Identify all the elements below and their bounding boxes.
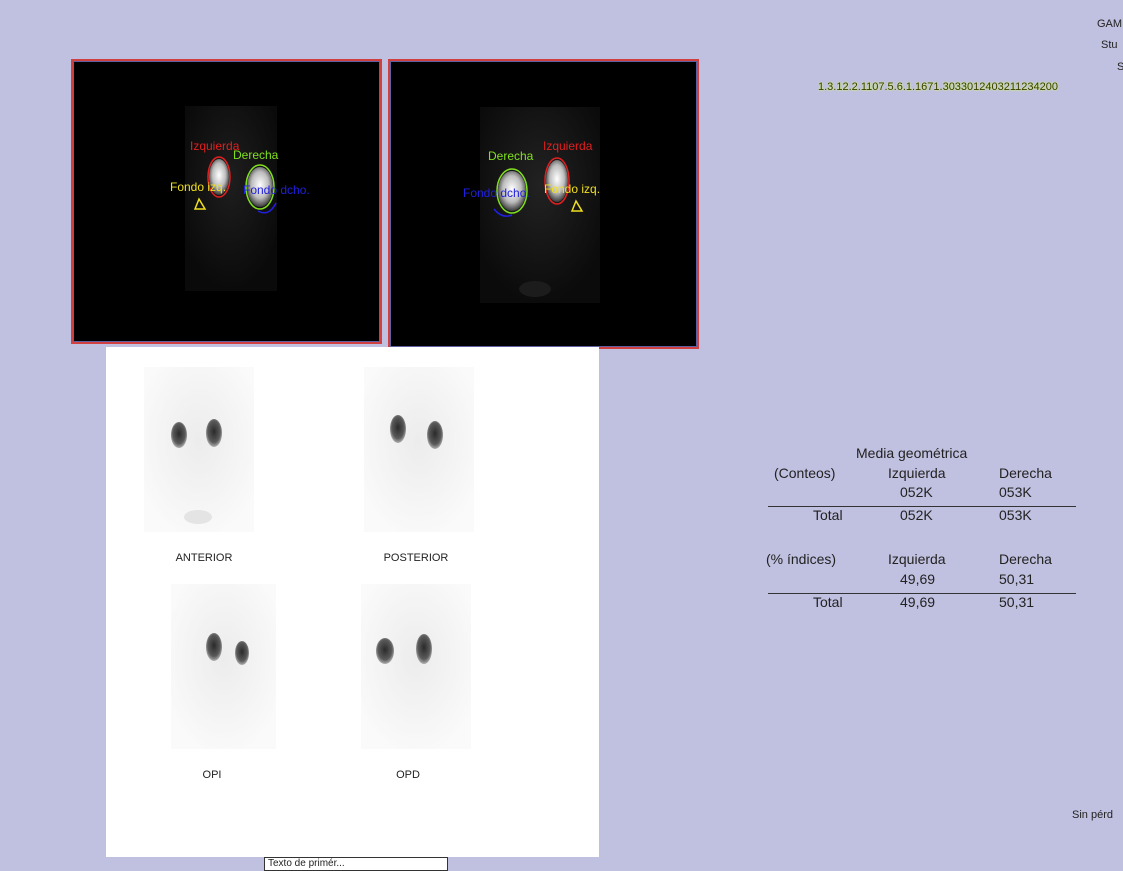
counts-col-right: Derecha bbox=[999, 465, 1052, 481]
scan-panel-posterior[interactable]: Derecha Izquierda Fondo dcho. Fondo izq. bbox=[388, 59, 699, 349]
view-posterior-image bbox=[364, 367, 474, 532]
indices-col-right: Derecha bbox=[999, 551, 1052, 567]
indices-col-left: Izquierda bbox=[888, 551, 946, 567]
counts-total-left: 052K bbox=[900, 507, 933, 523]
posterior-scan-image: Derecha Izquierda Fondo dcho. Fondo izq. bbox=[463, 107, 600, 303]
counts-left-value: 052K bbox=[900, 484, 933, 500]
indices-left-value: 49,69 bbox=[900, 571, 936, 587]
view-label-posterior: POSTERIOR bbox=[383, 552, 449, 564]
status-note: Sin pérd bbox=[1072, 809, 1113, 821]
header-line-2: Stu bbox=[1101, 39, 1118, 51]
view-label-anterior: ANTERIOR bbox=[175, 552, 233, 564]
body-silhouette bbox=[480, 107, 600, 303]
indices-total-label: Total bbox=[813, 594, 843, 610]
roi-label-right: Derecha bbox=[233, 148, 279, 162]
roi-label-bg-right: Fondo dcho. bbox=[243, 183, 310, 197]
counts-right-value: 053K bbox=[999, 484, 1032, 500]
tooltip: Texto de primér... bbox=[264, 857, 448, 871]
view-opi-image bbox=[171, 584, 276, 749]
study-uid: 1.3.12.2.1107.5.6.1.1671.303301240321123… bbox=[818, 81, 1058, 93]
bladder bbox=[519, 281, 551, 297]
view-label-opd: OPD bbox=[396, 769, 420, 781]
counts-total-label: Total bbox=[813, 507, 843, 523]
view-anterior-image bbox=[144, 367, 254, 532]
header-line-3: S bbox=[1117, 61, 1123, 73]
counts-col-left: Izquierda bbox=[888, 465, 946, 481]
roi-label-bg-left: Fondo izq. bbox=[170, 180, 226, 194]
results-title: Media geométrica bbox=[856, 445, 968, 461]
roi-label-bg-right: Fondo dcho. bbox=[463, 186, 530, 200]
counts-label: (Conteos) bbox=[774, 465, 836, 481]
header-line-1: GAM bbox=[1097, 18, 1123, 30]
roi-label-left: Izquierda bbox=[543, 139, 593, 153]
indices-label: (% índices) bbox=[766, 551, 837, 567]
indices-right-value: 50,31 bbox=[999, 571, 1035, 587]
indices-total-right: 50,31 bbox=[999, 594, 1035, 610]
view-label-opi: OPI bbox=[202, 769, 222, 781]
view-opd-image bbox=[361, 584, 471, 749]
counts-total-right: 053K bbox=[999, 507, 1032, 523]
indices-total-left: 49,69 bbox=[900, 594, 936, 610]
report-sheet: ANTERIOR POSTERIOR OPI OPD bbox=[106, 347, 599, 857]
anterior-scan-image: Izquierda Derecha Fondo izq. Fondo dcho. bbox=[170, 106, 310, 291]
roi-label-bg-left: Fondo izq. bbox=[544, 182, 600, 196]
roi-label-right: Derecha bbox=[488, 149, 534, 163]
scan-panel-anterior[interactable]: Izquierda Derecha Fondo izq. Fondo dcho. bbox=[71, 59, 382, 344]
